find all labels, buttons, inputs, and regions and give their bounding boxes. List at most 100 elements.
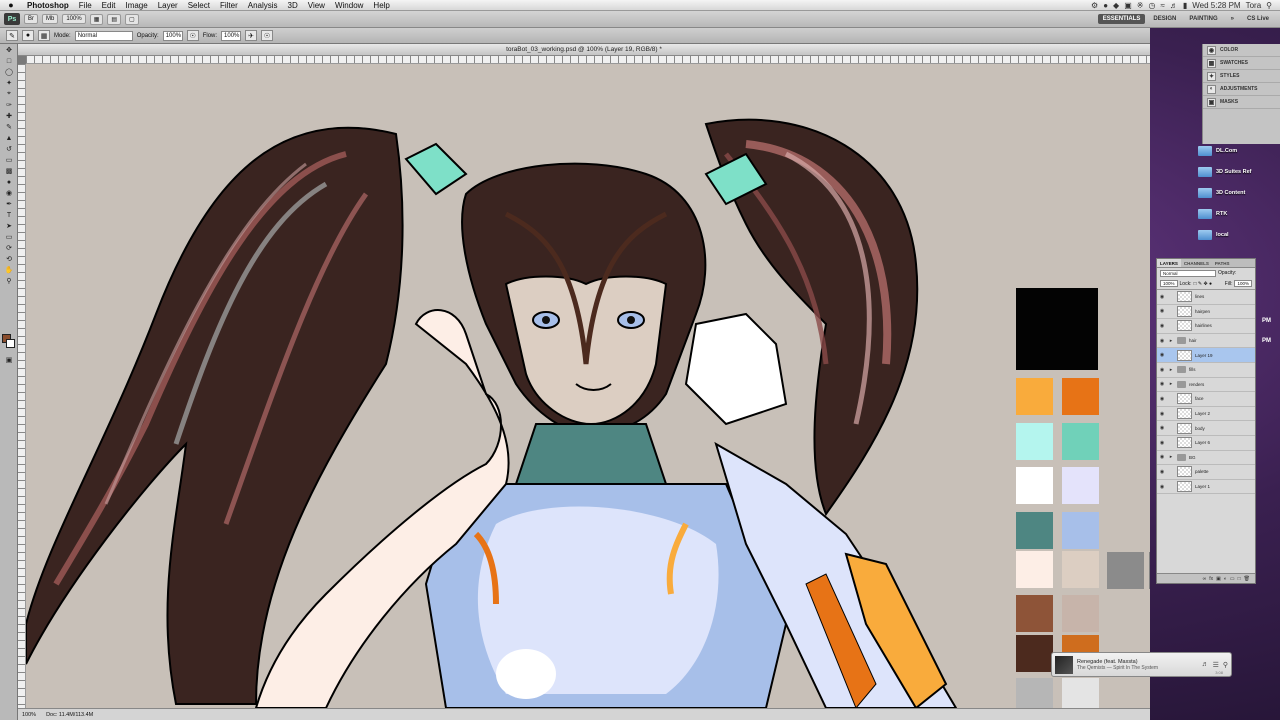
shape-tool-icon[interactable]: ▭ <box>2 232 16 242</box>
workspace-essentials[interactable]: ESSENTIALS <box>1097 14 1146 24</box>
more-workspaces-button[interactable]: » <box>1226 14 1239 24</box>
palette-swatch[interactable] <box>1062 678 1099 708</box>
palette-swatch[interactable] <box>1062 551 1099 588</box>
canvas[interactable] <box>26 64 1150 708</box>
gear-icon[interactable]: ⚙ <box>1091 1 1098 10</box>
menu-analysis[interactable]: Analysis <box>243 1 283 10</box>
palette-swatch[interactable] <box>1107 552 1144 589</box>
visibility-eye-icon[interactable]: ◉ <box>1159 367 1165 373</box>
zoom-tool-icon[interactable]: ⚲ <box>2 276 16 286</box>
workspace-painting[interactable]: PAINTING <box>1184 14 1222 24</box>
visibility-eye-icon[interactable]: ◉ <box>1159 308 1165 314</box>
layer-group-row[interactable]: ◉ ▸ renders <box>1157 378 1255 393</box>
minibridge-button[interactable]: Mb <box>42 14 59 24</box>
wifi-icon[interactable]: ≈ <box>1160 1 1164 10</box>
3d-rotate-tool-icon[interactable]: ⟳ <box>2 243 16 253</box>
menu-image[interactable]: Image <box>120 1 152 10</box>
brush-panel-icon[interactable]: ▦ <box>38 30 50 41</box>
layer-thumbnail[interactable] <box>1177 393 1192 405</box>
palette-swatch[interactable] <box>1016 595 1053 632</box>
zoom-level-select[interactable]: 100% <box>62 14 86 24</box>
menu-3d[interactable]: 3D <box>283 1 303 10</box>
layer-name[interactable]: body <box>1195 426 1205 431</box>
3d-orbit-tool-icon[interactable]: ⟲ <box>2 254 16 264</box>
list-icon[interactable]: ☰ <box>1213 661 1219 669</box>
opacity-input[interactable]: 100% <box>162 30 183 41</box>
layer-group-row[interactable]: ◉ ▸ hair <box>1157 334 1255 349</box>
palette-swatch[interactable] <box>1062 378 1099 415</box>
spotlight-icon[interactable]: ⚲ <box>1266 1 1272 10</box>
menu-window[interactable]: Window <box>330 1 368 10</box>
pen-tool-icon[interactable]: ✒ <box>2 199 16 209</box>
palette-swatch[interactable] <box>1062 423 1099 460</box>
view-extras-button[interactable]: ▦ <box>89 13 104 25</box>
layer-row[interactable]: ◉ hairpen <box>1157 305 1255 320</box>
layer-thumbnail[interactable] <box>1177 481 1192 493</box>
layer-thumbnail[interactable] <box>1177 305 1192 317</box>
layer-thumbnail[interactable] <box>1177 408 1192 420</box>
visibility-eye-icon[interactable]: ◉ <box>1159 440 1165 446</box>
layer-opacity-input[interactable]: 100% <box>1160 280 1178 288</box>
screen-mode-button[interactable]: ▢ <box>125 13 139 25</box>
menu-layer[interactable]: Layer <box>153 1 183 10</box>
layer-name[interactable]: Layer 1 <box>1195 484 1210 489</box>
visibility-eye-icon[interactable]: ◉ <box>1159 396 1165 402</box>
layer-thumbnail[interactable] <box>1177 291 1192 303</box>
layer-name[interactable]: lines <box>1195 294 1204 299</box>
tab-channels[interactable]: CHANNELS <box>1181 259 1212 267</box>
vertical-ruler[interactable] <box>18 64 26 708</box>
time-machine-icon[interactable]: ◷ <box>1148 1 1155 10</box>
lock-icon[interactable]: ● <box>1103 1 1108 10</box>
blend-mode-select[interactable]: Normal <box>1160 269 1216 277</box>
layer-name[interactable]: Layer 2 <box>1195 411 1210 416</box>
mode-select[interactable]: Normal <box>74 30 133 41</box>
expand-arrow-icon[interactable]: ▸ <box>1168 454 1174 460</box>
layer-style-icon[interactable]: fx <box>1209 576 1213 582</box>
move-tool-icon[interactable]: ✥ <box>2 45 16 55</box>
bluetooth-icon[interactable]: ※ <box>1137 1 1144 10</box>
layer-thumbnail[interactable] <box>1177 466 1192 478</box>
delete-layer-icon[interactable]: 🗑 <box>1244 576 1250 582</box>
desktop-folder[interactable]: 3D Suites Ref <box>1198 161 1280 182</box>
layer-thumbnail[interactable] <box>1177 349 1192 361</box>
menu-help[interactable]: Help <box>368 1 394 10</box>
tab-paths[interactable]: PATHS <box>1212 259 1233 267</box>
adjustment-layer-icon[interactable]: ◐ <box>1224 576 1227 582</box>
visibility-eye-icon[interactable]: ◉ <box>1159 323 1165 329</box>
layer-row[interactable]: ◉ palette <box>1157 465 1255 480</box>
palette-swatch[interactable] <box>1149 552 1150 589</box>
bridge-button[interactable]: Br <box>24 14 38 24</box>
palette-swatch[interactable] <box>1016 678 1053 708</box>
clock-text[interactable]: Wed 5:28 PM <box>1192 1 1240 10</box>
add-mask-icon[interactable]: ▣ <box>1216 576 1221 582</box>
arrange-documents-button[interactable]: ▤ <box>107 13 122 25</box>
layer-row[interactable]: ◉ Layer 2 <box>1157 407 1255 422</box>
new-layer-icon[interactable]: □ <box>1238 576 1241 582</box>
blur-tool-icon[interactable]: ● <box>2 177 16 187</box>
layer-name[interactable]: Layer 6 <box>1195 440 1210 445</box>
volume-icon[interactable]: ♬ <box>1170 1 1178 10</box>
palette-swatch[interactable] <box>1016 288 1098 370</box>
layer-thumbnail[interactable] <box>1177 422 1192 434</box>
lock-icons[interactable]: □ ✎ ✥ ● <box>1193 281 1212 287</box>
menu-view[interactable]: View <box>303 1 330 10</box>
expand-arrow-icon[interactable]: ▸ <box>1168 381 1174 387</box>
workspace-design[interactable]: DESIGN <box>1148 14 1181 24</box>
layer-thumbnail[interactable] <box>1177 437 1192 449</box>
user-name[interactable]: Tora <box>1246 1 1262 10</box>
history-brush-tool-icon[interactable]: ↺ <box>2 144 16 154</box>
palette-swatch[interactable] <box>1016 635 1053 672</box>
quick-select-tool-icon[interactable]: ✦ <box>2 78 16 88</box>
layer-row[interactable]: ◉ body <box>1157 421 1255 436</box>
layer-row[interactable]: ◉ Layer 6 <box>1157 436 1255 451</box>
desktop-folder[interactable]: local <box>1198 224 1280 245</box>
quick-mask-icon[interactable]: ▣ <box>2 355 16 365</box>
visibility-eye-icon[interactable]: ◉ <box>1159 484 1165 490</box>
link-layers-icon[interactable]: ∞ <box>1203 576 1207 582</box>
layer-name[interactable]: face <box>1195 396 1204 401</box>
layer-name[interactable]: hairlines <box>1195 323 1212 328</box>
layer-name[interactable]: Layer 19 <box>1195 353 1213 358</box>
pressure-opacity-icon[interactable]: ☉ <box>186 30 199 41</box>
menu-file[interactable]: File <box>74 1 97 10</box>
layer-name[interactable]: renders <box>1189 382 1204 387</box>
